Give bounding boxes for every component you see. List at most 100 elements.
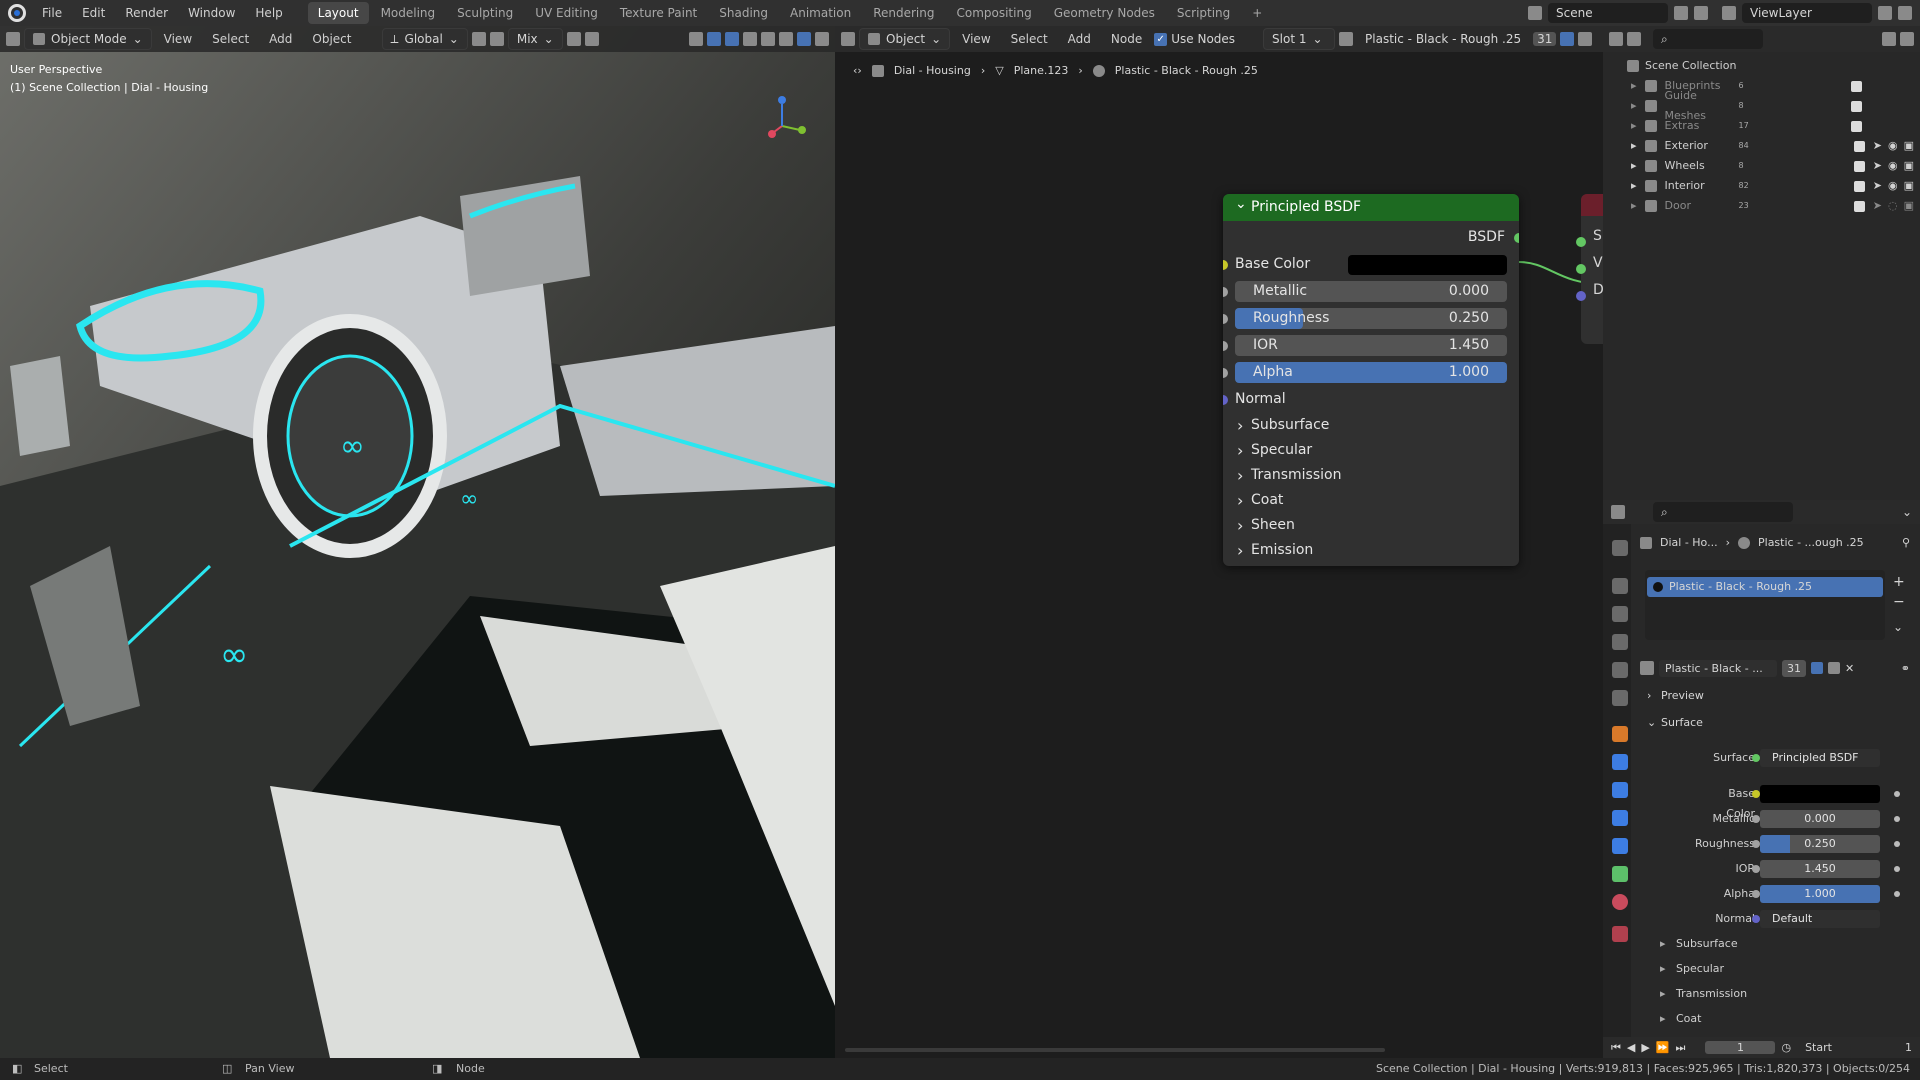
render-tab-icon[interactable] bbox=[1612, 578, 1628, 594]
node-menu-view[interactable]: View bbox=[954, 29, 998, 49]
camera-icon[interactable]: ▣ bbox=[1904, 196, 1914, 216]
duplicate-material-icon[interactable] bbox=[1578, 32, 1593, 46]
transform-orientation-dropdown[interactable]: ⟂ Global ⌄ bbox=[381, 28, 468, 50]
visibility-icon[interactable] bbox=[689, 32, 703, 46]
menu-help[interactable]: Help bbox=[245, 0, 292, 26]
normal-field[interactable]: Default bbox=[1760, 910, 1880, 928]
metallic-socket[interactable] bbox=[1223, 287, 1228, 297]
fake-user-shield-icon[interactable] bbox=[1560, 32, 1575, 46]
preview-panel-header[interactable]: › Preview bbox=[1645, 689, 1905, 702]
rendered-shading-icon[interactable] bbox=[815, 32, 829, 46]
panel-specular[interactable]: Specular bbox=[1223, 438, 1519, 463]
output-socket-surface[interactable]: S bbox=[1576, 228, 1603, 255]
bsdf-output-dot[interactable] bbox=[1514, 233, 1519, 243]
step-back-icon[interactable]: ◀ bbox=[1627, 1041, 1635, 1054]
alpha-slider[interactable]: 1.000 bbox=[1760, 885, 1880, 903]
roughness-socket[interactable] bbox=[1223, 314, 1228, 324]
camera-icon[interactable]: ▣ bbox=[1904, 136, 1914, 156]
tab-compositing[interactable]: Compositing bbox=[946, 2, 1041, 24]
panel-transmission[interactable]: Transmission bbox=[1223, 463, 1519, 488]
view-layer-tab-icon[interactable] bbox=[1612, 634, 1628, 650]
delete-view-layer-icon[interactable] bbox=[1898, 6, 1912, 20]
particles-tab-icon[interactable] bbox=[1612, 782, 1628, 798]
exclude-checkbox[interactable] bbox=[1853, 160, 1865, 172]
material-name-field[interactable]: Plastic - Black - ... bbox=[1659, 659, 1777, 677]
metallic-slider[interactable]: Metallic 0.000 bbox=[1235, 281, 1507, 302]
editor-type-icon[interactable] bbox=[1611, 505, 1625, 519]
expand-arrow-icon[interactable]: ▸ bbox=[1631, 136, 1637, 156]
alpha-socket[interactable] bbox=[1223, 368, 1228, 378]
viewport-menu-add[interactable]: Add bbox=[261, 29, 300, 49]
exclude-checkbox[interactable] bbox=[1851, 120, 1862, 132]
data-tab-icon[interactable] bbox=[1612, 866, 1628, 882]
output-tab-icon[interactable] bbox=[1612, 606, 1628, 622]
exclude-checkbox[interactable] bbox=[1853, 200, 1865, 212]
tab-geometry-nodes[interactable]: Geometry Nodes bbox=[1044, 2, 1165, 24]
jump-end-icon[interactable]: ⏭ bbox=[1676, 1041, 1686, 1055]
proportional-edit-icon[interactable] bbox=[566, 32, 581, 46]
add-workspace-button[interactable]: + bbox=[1242, 2, 1272, 24]
snap-icon[interactable] bbox=[489, 32, 504, 46]
physics-tab-icon[interactable] bbox=[1612, 810, 1628, 826]
base-color-swatch[interactable] bbox=[1348, 255, 1507, 275]
current-frame-field[interactable]: 1 bbox=[1705, 1041, 1776, 1054]
expand-arrow-icon[interactable]: ▸ bbox=[1631, 116, 1637, 136]
selectable-icon[interactable]: ➤ bbox=[1873, 176, 1882, 196]
exclude-checkbox[interactable] bbox=[1851, 80, 1862, 92]
scene-collection-row[interactable]: Scene Collection bbox=[1609, 56, 1914, 76]
expand-arrow-icon[interactable]: ▸ bbox=[1631, 176, 1637, 196]
keyframe-dot-icon[interactable] bbox=[1894, 841, 1900, 847]
fake-user-shield-icon[interactable] bbox=[1811, 662, 1823, 674]
shader-type-dropdown[interactable]: Object ⌄ bbox=[859, 28, 951, 50]
selectable-icon[interactable]: ➤ bbox=[1873, 136, 1882, 156]
node-menu-select[interactable]: Select bbox=[1003, 29, 1056, 49]
outliner-item-guide-meshes[interactable]: ▸ Guide Meshes 8 bbox=[1609, 89, 1914, 122]
new-view-layer-icon[interactable] bbox=[1878, 6, 1892, 20]
tab-shading[interactable]: Shading bbox=[709, 2, 778, 24]
object-tab-icon[interactable] bbox=[1612, 726, 1628, 742]
bsdf-output-socket[interactable]: BSDF bbox=[1223, 224, 1519, 251]
material-browse-icon[interactable] bbox=[1339, 32, 1354, 46]
scene-field[interactable]: Scene bbox=[1548, 3, 1668, 23]
menu-render[interactable]: Render bbox=[115, 0, 178, 26]
surface-shader-field[interactable]: Principled BSDF bbox=[1760, 749, 1880, 767]
menu-edit[interactable]: Edit bbox=[72, 0, 115, 26]
panel-coat[interactable]: Coat bbox=[1223, 488, 1519, 513]
gizmo-icon[interactable] bbox=[707, 32, 721, 46]
view-layer-icon[interactable] bbox=[1722, 6, 1736, 20]
base-color-socket[interactable] bbox=[1223, 260, 1228, 270]
outliner-item-door[interactable]: ▸ Door 23 ➤ ◌ ▣ bbox=[1609, 196, 1914, 216]
material-output-node[interactable]: S V D bbox=[1576, 194, 1604, 344]
node-browse-icon[interactable]: ⚭ bbox=[1901, 662, 1910, 675]
start-frame-value[interactable]: 1 bbox=[1905, 1041, 1912, 1054]
tab-scripting[interactable]: Scripting bbox=[1167, 2, 1240, 24]
material-browse-icon[interactable] bbox=[1640, 661, 1654, 675]
outliner-item-wheels[interactable]: ▸ Wheels 8 ➤ ◉ ▣ bbox=[1609, 156, 1914, 176]
alpha-slider[interactable]: Alpha 1.000 bbox=[1235, 362, 1507, 383]
use-nodes-checkbox[interactable]: ✓ bbox=[1154, 32, 1168, 46]
material-shading-icon[interactable] bbox=[797, 32, 811, 46]
unlink-x-icon[interactable]: ✕ bbox=[1845, 662, 1854, 675]
tab-modeling[interactable]: Modeling bbox=[371, 2, 446, 24]
display-mode-icon[interactable] bbox=[1627, 32, 1641, 46]
user-count-badge[interactable]: 31 bbox=[1782, 659, 1806, 677]
eye-icon[interactable]: ◉ bbox=[1888, 176, 1898, 196]
output-socket-volume[interactable]: V bbox=[1576, 255, 1603, 282]
3d-viewport[interactable]: ∞ ∞ ∞ Object Mode ⌄ View Select Add Objec… bbox=[0, 26, 835, 1058]
tab-layout[interactable]: Layout bbox=[307, 2, 369, 24]
panel-sheen[interactable]: Sheen bbox=[1223, 513, 1519, 538]
pivot-point-icon[interactable] bbox=[471, 32, 486, 46]
overlay-icon[interactable] bbox=[725, 32, 739, 46]
sidebar-toggle-icon[interactable]: ‹› bbox=[853, 64, 862, 77]
world-tab-icon[interactable] bbox=[1612, 690, 1628, 706]
roughness-slider[interactable]: Roughness 0.250 bbox=[1235, 308, 1507, 329]
expand-arrow-icon[interactable]: ▸ bbox=[1631, 96, 1637, 116]
outliner-item-exterior[interactable]: ▸ Exterior 84 ➤ ◉ ▣ bbox=[1609, 136, 1914, 156]
node-header[interactable]: Principled BSDF bbox=[1223, 194, 1519, 221]
ior-field[interactable]: IOR 1.450 bbox=[1235, 335, 1507, 356]
material-name-field[interactable]: Plastic - Black - Rough .25 bbox=[1357, 29, 1530, 49]
eye-icon[interactable]: ◉ bbox=[1888, 136, 1898, 156]
principled-bsdf-node[interactable]: Principled BSDF BSDF Base Color Metallic… bbox=[1223, 194, 1519, 566]
clock-icon[interactable]: ◷ bbox=[1781, 1041, 1791, 1054]
outliner-search-input[interactable]: ⌕ bbox=[1653, 29, 1763, 49]
